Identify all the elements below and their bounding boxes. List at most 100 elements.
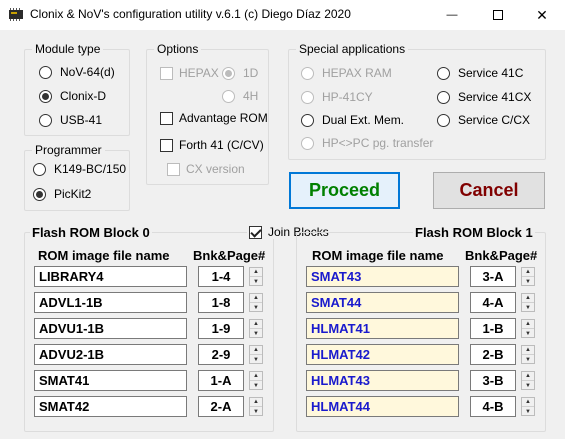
spin-down-icon[interactable]: ▼ [522,303,534,312]
window-title: Clonix & NoV's configuration utility v.6… [30,7,351,21]
block-1-bnk-field[interactable]: 3-B [470,370,516,391]
maximize-icon [493,10,503,20]
spin-up-icon[interactable]: ▲ [522,346,534,355]
spin-up-icon[interactable]: ▲ [522,372,534,381]
radio-service-41cx[interactable]: Service 41CX [437,90,531,104]
block-1-bnk-field[interactable]: 4-A [470,292,516,313]
options-title: Options [154,42,202,56]
spin-down-icon[interactable]: ▼ [522,381,534,390]
radio-dual-ext-mem[interactable]: Dual Ext. Mem. [301,113,404,127]
bnk-spinner[interactable]: ▲ ▼ [521,397,535,416]
block-1-bnk-field[interactable]: 3-A [470,266,516,287]
check-hepax[interactable]: HEPAX [160,66,219,80]
minimize-icon: — [446,9,458,21]
maximize-button[interactable] [475,0,521,30]
spin-down-icon[interactable]: ▼ [522,355,534,364]
checkbox [167,162,180,176]
special-applications-title: Special applications [296,42,409,56]
bnk-spinner[interactable]: ▲ ▼ [249,267,263,286]
block-0-rom-field[interactable]: LIBRARY4 [34,266,187,287]
spin-down-icon[interactable]: ▼ [250,355,262,364]
spin-down-icon[interactable]: ▼ [522,329,534,338]
block-0-bnk-field[interactable]: 2-A [198,396,244,417]
spin-down-icon[interactable]: ▼ [250,329,262,338]
block-0-rom-field[interactable]: SMAT41 [34,370,187,391]
block-0-bnk-header: Bnk&Page# [193,248,266,263]
radio-service-41c[interactable]: Service 41C [437,66,523,80]
block-1-rom-field[interactable]: SMAT43 [306,266,459,287]
radio-hp41cy[interactable]: HP-41CY [301,90,373,104]
proceed-button[interactable]: Proceed [289,172,400,209]
block-1-bnk-field[interactable]: 1-B [470,318,516,339]
spin-up-icon[interactable]: ▲ [250,346,262,355]
bnk-spinner[interactable]: ▲ ▼ [249,345,263,364]
spin-up-icon[interactable]: ▲ [522,320,534,329]
radio-k149[interactable]: K149-BC/150 [33,162,126,176]
block-1-bnk-field[interactable]: 2-B [470,344,516,365]
spin-up-icon[interactable]: ▲ [250,268,262,277]
block-1-bnk-header: Bnk&Page# [465,248,538,263]
block-0-bnk-field[interactable]: 1-9 [198,318,244,339]
radio-circle [301,90,314,104]
block-1-rom-field[interactable]: HLMAT44 [306,396,459,417]
radio-hp-pc-transfer[interactable]: HP<>PC pg. transfer [301,136,433,150]
bnk-spinner[interactable]: ▲ ▼ [249,397,263,416]
spin-down-icon[interactable]: ▼ [522,277,534,286]
title-bar[interactable]: Clonix & NoV's configuration utility v.6… [0,0,565,30]
check-forth41[interactable]: Forth 41 (C/CV) [160,138,264,152]
spin-down-icon[interactable]: ▼ [250,407,262,416]
radio-service-c-cx[interactable]: Service C/CX [437,113,530,127]
radio-circle [39,65,52,79]
bnk-spinner[interactable]: ▲ ▼ [249,371,263,390]
spin-up-icon[interactable]: ▲ [250,398,262,407]
block-0-rom-field[interactable]: ADVL1-1B [34,292,187,313]
block-1-rom-field[interactable]: HLMAT42 [306,344,459,365]
block-0-bnk-field[interactable]: 2-9 [198,344,244,365]
programmer-title: Programmer [32,143,105,157]
radio-pickit2[interactable]: PicKit2 [33,187,91,201]
checkbox [160,111,173,125]
check-advantage-rom[interactable]: Advantage ROM [160,111,268,125]
bnk-spinner[interactable]: ▲ ▼ [521,371,535,390]
bnk-spinner[interactable]: ▲ ▼ [521,345,535,364]
block-1-bnk-field[interactable]: 4-B [470,396,516,417]
chip-icon [9,8,23,21]
spin-up-icon[interactable]: ▲ [250,372,262,381]
block-0-bnk-field[interactable]: 1-A [198,370,244,391]
cancel-button[interactable]: Cancel [433,172,545,209]
bnk-spinner[interactable]: ▲ ▼ [249,293,263,312]
spin-down-icon[interactable]: ▼ [250,277,262,286]
spin-up-icon[interactable]: ▲ [522,398,534,407]
radio-circle [437,113,450,127]
bnk-spinner[interactable]: ▲ ▼ [521,293,535,312]
block-1-rom-field[interactable]: SMAT44 [306,292,459,313]
block-0-rom-field[interactable]: ADVU1-1B [34,318,187,339]
bnk-spinner[interactable]: ▲ ▼ [521,267,535,286]
block-0-rom-field[interactable]: ADVU2-1B [34,344,187,365]
radio-circle [33,187,46,201]
spin-up-icon[interactable]: ▲ [522,294,534,303]
radio-4h[interactable]: 4H [222,89,258,103]
bnk-spinner[interactable]: ▲ ▼ [521,319,535,338]
spin-down-icon[interactable]: ▼ [522,407,534,416]
spin-up-icon[interactable]: ▲ [522,268,534,277]
block-1-rom-field[interactable]: HLMAT41 [306,318,459,339]
radio-1d[interactable]: 1D [222,66,258,80]
block-1-rom-field[interactable]: HLMAT43 [306,370,459,391]
spin-down-icon[interactable]: ▼ [250,381,262,390]
radio-hepax-ram[interactable]: HEPAX RAM [301,66,392,80]
close-button[interactable]: ✕ [519,0,565,30]
spin-down-icon[interactable]: ▼ [250,303,262,312]
programmer-group [24,150,130,211]
radio-usb41[interactable]: USB-41 [39,113,102,127]
block-0-bnk-field[interactable]: 1-8 [198,292,244,313]
radio-nov64d[interactable]: NoV-64(d) [39,65,115,79]
spin-up-icon[interactable]: ▲ [250,294,262,303]
block-0-bnk-field[interactable]: 1-4 [198,266,244,287]
radio-clonix-d[interactable]: Clonix-D [39,89,106,103]
check-cx-version[interactable]: CX version [167,162,245,176]
spin-up-icon[interactable]: ▲ [250,320,262,329]
minimize-button[interactable]: — [429,0,475,30]
block-0-rom-field[interactable]: SMAT42 [34,396,187,417]
bnk-spinner[interactable]: ▲ ▼ [249,319,263,338]
